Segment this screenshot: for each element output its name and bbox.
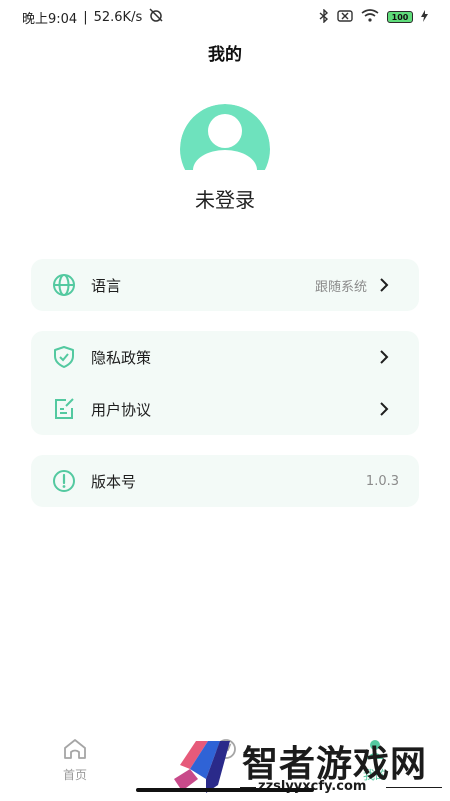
globe-icon [51, 272, 77, 298]
chevron-right-icon [377, 350, 391, 364]
policy-card: 隐私政策 用户协议 [31, 331, 419, 435]
avatar[interactable] [180, 104, 270, 170]
chevron-right-icon [377, 402, 391, 416]
status-time: 晚上9:04 [22, 11, 78, 27]
sim-off-icon [337, 9, 353, 25]
tab-home[interactable]: 首页 [45, 738, 105, 783]
version-row[interactable]: 版本号 1.0.3 [31, 455, 419, 507]
avatar-placeholder-icon [180, 104, 270, 170]
user-agreement-row[interactable]: 用户协议 [31, 383, 419, 435]
page-title: 我的 [208, 45, 242, 65]
language-card: 语言 跟随系统 [31, 259, 419, 311]
chevron-right-icon [377, 278, 391, 292]
privacy-policy-label: 隐私政策 [91, 348, 152, 367]
home-icon [62, 738, 88, 763]
version-label: 版本号 [91, 472, 137, 491]
bluetooth-icon [319, 7, 329, 26]
status-bar: 晚上9:04 | 52.6K/s 100 [0, 0, 450, 34]
language-label: 语言 [91, 276, 122, 295]
charging-icon [421, 9, 428, 25]
language-value: 跟随系统 [314, 279, 367, 295]
version-card: 版本号 1.0.3 [31, 455, 419, 507]
watermark-line-right [386, 787, 442, 788]
document-edit-icon [51, 396, 77, 422]
login-status[interactable]: 未登录 [0, 184, 450, 213]
shield-check-icon [51, 344, 77, 370]
mute-alarm-icon [148, 8, 164, 26]
tab-home-label: 首页 [62, 768, 87, 782]
status-network-speed: 52.6K/s [93, 9, 143, 25]
status-left: 晚上9:04 | 52.6K/s [22, 8, 164, 27]
home-indicator [136, 788, 314, 792]
info-exclamation-icon [51, 468, 77, 494]
user-agreement-label: 用户协议 [91, 400, 152, 419]
version-value: 1.0.3 [365, 473, 399, 489]
privacy-policy-row[interactable]: 隐私政策 [31, 331, 419, 383]
status-separator: | [83, 9, 88, 25]
battery-icon: 100 [387, 11, 413, 23]
language-row[interactable]: 语言 跟随系统 [31, 259, 419, 311]
status-right: 100 [319, 7, 428, 26]
wifi-icon [361, 9, 379, 25]
